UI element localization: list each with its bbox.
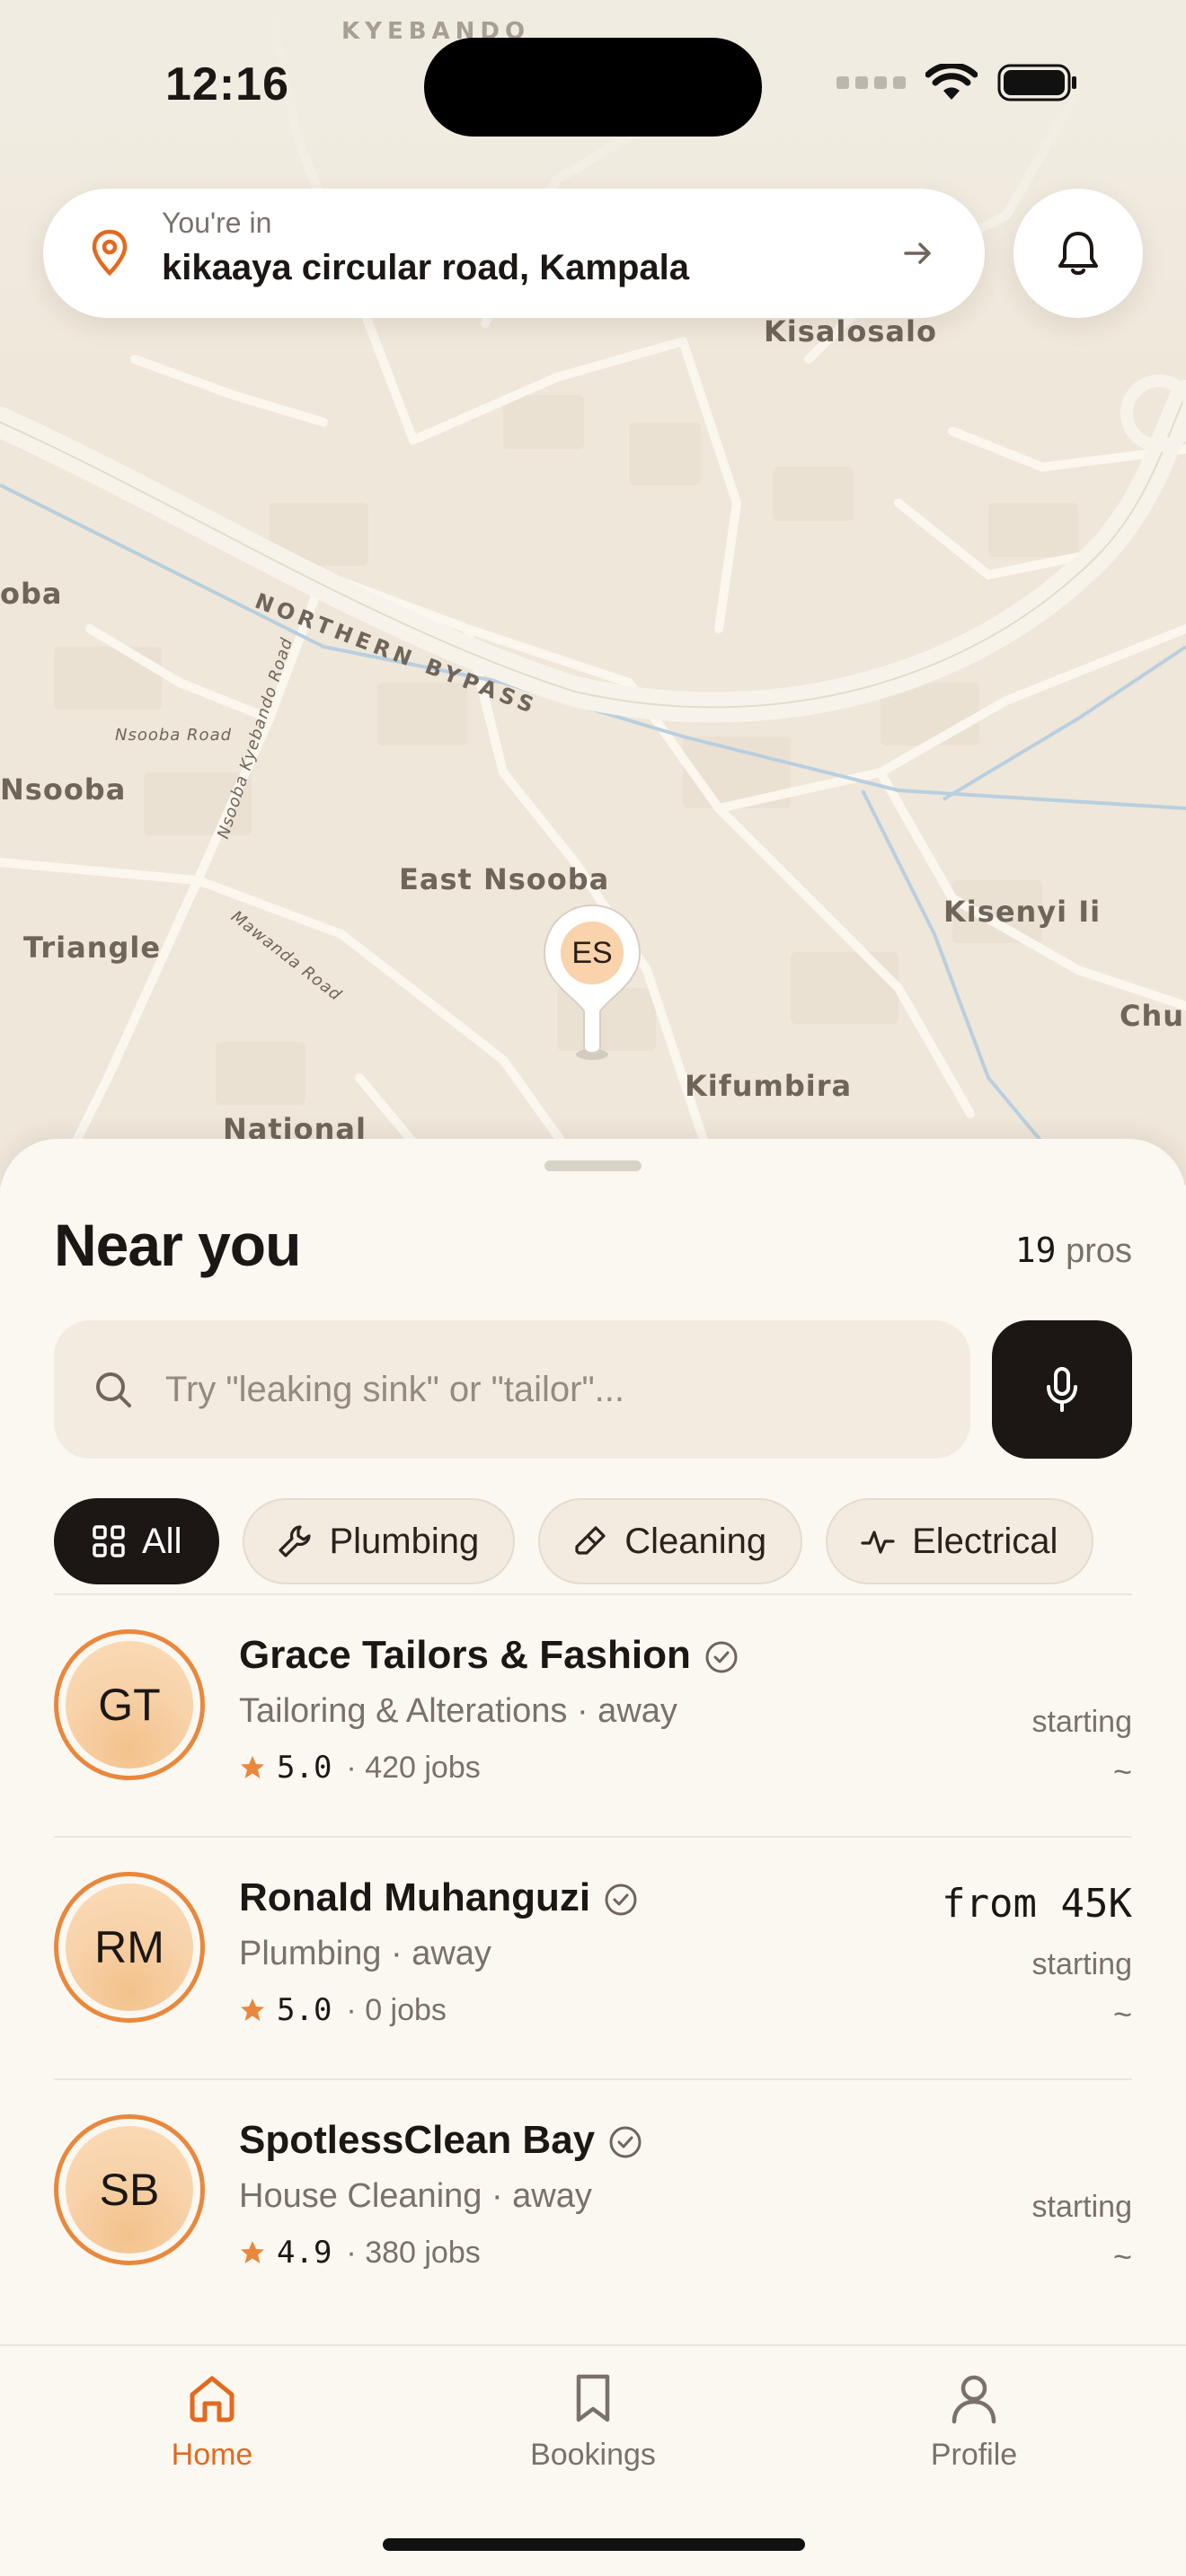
tab-bookings-label: Bookings (530, 2438, 656, 2472)
pro-jobs: · 420 jobs (346, 1750, 481, 1785)
dynamic-island (424, 38, 762, 137)
pro-starting-label: starting (1031, 1947, 1133, 1981)
tab-bookings[interactable]: Bookings (485, 2371, 701, 2473)
pro-list-item[interactable]: RM Ronald Muhanguzi Plumbing · away 5.0 … (54, 1838, 1132, 2078)
search-icon (96, 1372, 131, 1407)
pro-starting-label: starting (1031, 2190, 1133, 2224)
chip-plumbing-label: Plumbing (329, 1521, 480, 1561)
pro-name-row: SpotlessClean Bay (239, 2118, 643, 2163)
map-view[interactable]: KYEBANDO Kisalosalo NORTHERN BYPASS oba … (0, 0, 1186, 1186)
bell-icon (1058, 232, 1098, 275)
arrow-right-icon (904, 243, 931, 264)
grid-icon (93, 1525, 125, 1557)
pro-name: SpotlessClean Bay (239, 2118, 596, 2162)
map-label-triangle: Triangle (23, 931, 162, 965)
marker-initials: ES (561, 922, 624, 984)
provider-map-marker[interactable]: ES (541, 902, 643, 1063)
status-icons (836, 63, 1078, 102)
pro-rating: 4.9 (277, 2235, 332, 2271)
pro-jobs: · 380 jobs (346, 2235, 481, 2270)
location-address: kikaaya circular road, Kampala (162, 248, 689, 287)
map-label-nsooba: Nsooba (0, 772, 127, 807)
verified-icon (705, 1641, 738, 1673)
tab-home-label: Home (171, 2438, 253, 2472)
chip-electrical-label: Electrical (912, 1521, 1058, 1561)
location-subtitle: You're in (162, 207, 272, 239)
home-indicator (383, 2538, 805, 2551)
pro-name: Ronald Muhanguzi (239, 1875, 591, 1919)
pro-price-estimate: ~ (1112, 1996, 1132, 2033)
avatar: SB (54, 2114, 205, 2265)
map-label-kisalosalo: Kisalosalo (764, 314, 937, 348)
avatar: GT (54, 1629, 205, 1780)
bookmark-icon (576, 2374, 610, 2422)
location-pin-icon (92, 229, 128, 277)
map-label-oba: oba (0, 577, 63, 611)
avatar-initials: RM (66, 1883, 193, 2011)
pro-starting-label: starting (1031, 1705, 1133, 1739)
avatar-initials: GT (66, 1641, 193, 1769)
sheet-title: Near you (54, 1212, 301, 1278)
map-label-east-nsooba: East Nsooba (399, 862, 610, 896)
category-chips: All Plumbing Cleaning Electrical (54, 1498, 1094, 1584)
wrench-icon (279, 1525, 312, 1557)
pro-category: Plumbing · away (239, 1935, 491, 1972)
pro-list-item[interactable]: GT Grace Tailors & Fashion Tailoring & A… (54, 1595, 1132, 1836)
signal-dots-icon (836, 76, 906, 89)
pro-rating: 5.0 (277, 1992, 332, 2028)
wifi-icon (925, 64, 978, 100)
pro-list-item[interactable]: SB SpotlessClean Bay House Cleaning · aw… (54, 2080, 1132, 2321)
pro-category: House Cleaning · away (239, 2177, 592, 2215)
pros-count-number: 19 (1014, 1231, 1057, 1270)
chip-electrical[interactable]: Electrical (826, 1498, 1094, 1584)
sheet-handle[interactable] (544, 1160, 642, 1171)
eraser-icon (575, 1526, 606, 1555)
chip-plumbing[interactable]: Plumbing (243, 1498, 516, 1584)
pro-stats: 5.0 · 420 jobs (239, 1750, 481, 1786)
avatar: RM (54, 1872, 205, 2023)
pro-name-row: Grace Tailors & Fashion (239, 1633, 739, 1678)
road-label-nsooba-road: Nsooba Road (115, 726, 233, 745)
star-icon (241, 1756, 264, 1778)
pro-jobs: · 0 jobs (346, 1992, 447, 2027)
pro-stats: 5.0 · 0 jobs (239, 1992, 447, 2028)
map-label-kifumbira: Kifumbira (685, 1069, 853, 1103)
pro-price: from 45K (942, 1881, 1132, 1927)
chip-cleaning[interactable]: Cleaning (538, 1498, 803, 1584)
pro-stats: 4.9 · 380 jobs (239, 2235, 481, 2271)
pro-name-row: Ronald Muhanguzi (239, 1875, 639, 1920)
tab-profile-label: Profile (930, 2438, 1018, 2472)
pro-rating: 5.0 (277, 1750, 332, 1786)
star-icon (241, 2241, 264, 2263)
microphone-icon (1047, 1367, 1077, 1412)
pros-count: 19 pros (1015, 1231, 1132, 1271)
home-icon (190, 2376, 235, 2422)
pro-price-estimate: ~ (1112, 2238, 1132, 2275)
chip-cleaning-label: Cleaning (624, 1521, 767, 1561)
pulse-icon (861, 1531, 895, 1554)
map-label-chur: Chur (1120, 999, 1186, 1033)
pro-category: Tailoring & Alterations · away (239, 1692, 677, 1730)
pros-count-label: pros (1066, 1232, 1132, 1270)
verified-icon (605, 1883, 637, 1916)
chip-all-label: All (142, 1521, 182, 1561)
pro-name: Grace Tailors & Fashion (239, 1633, 691, 1677)
voice-search-button[interactable] (992, 1320, 1132, 1459)
battery-icon (997, 64, 1076, 101)
verified-icon (609, 2126, 642, 2158)
search-bar[interactable] (54, 1320, 970, 1459)
search-input[interactable] (165, 1320, 938, 1459)
map-label-kisenyi: Kisenyi Ii (943, 895, 1102, 929)
notifications-button[interactable] (1013, 189, 1143, 318)
person-icon (951, 2375, 996, 2424)
star-icon (241, 1998, 264, 2021)
status-time: 12:16 (165, 58, 289, 110)
avatar-initials: SB (66, 2126, 193, 2254)
tab-profile[interactable]: Profile (866, 2371, 1082, 2473)
chip-all[interactable]: All (54, 1498, 220, 1584)
pro-price-estimate: ~ (1112, 1753, 1132, 1790)
location-selector[interactable]: You're in kikaaya circular road, Kampala (43, 189, 985, 318)
tab-home[interactable]: Home (104, 2371, 320, 2473)
